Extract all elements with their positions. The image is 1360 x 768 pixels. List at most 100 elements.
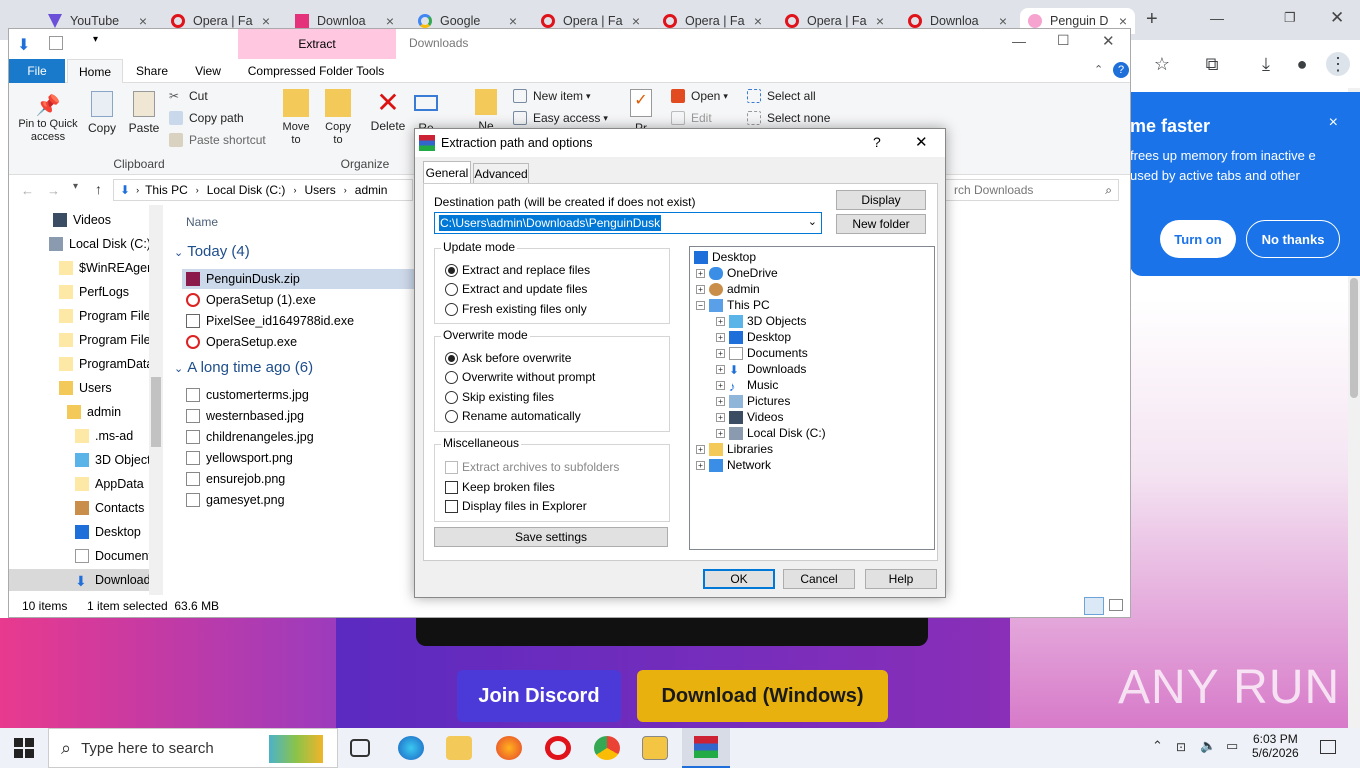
help-icon[interactable]: ? xyxy=(1113,62,1129,78)
edit-button[interactable]: Edit xyxy=(671,111,712,125)
extensions-icon[interactable]: ⧉ xyxy=(1200,52,1224,76)
file-row[interactable]: ensurejob.png xyxy=(186,469,285,489)
tree-node[interactable]: + Desktop xyxy=(716,329,791,345)
close-tab-icon[interactable]: × xyxy=(509,13,517,29)
edge-icon[interactable] xyxy=(398,736,424,760)
copy-button[interactable]: Copy xyxy=(85,91,119,135)
close-tab-icon[interactable]: × xyxy=(876,13,884,29)
chevron-down-icon[interactable]: ▾ xyxy=(93,34,98,45)
nav-item[interactable]: Desktop xyxy=(75,521,141,543)
radio-rename-auto[interactable]: Rename automatically xyxy=(445,409,581,423)
close-tab-icon[interactable]: × xyxy=(386,13,394,29)
nav-item-selected[interactable]: ⬇ Download xyxy=(9,569,151,591)
delete-button[interactable]: ✕ Delete xyxy=(369,87,407,133)
tab-share[interactable]: Share xyxy=(127,59,177,83)
profile-icon[interactable]: ● xyxy=(1290,52,1314,76)
column-header-name[interactable]: Name xyxy=(186,215,218,229)
close-tab-icon[interactable]: × xyxy=(632,13,640,29)
radio-fresh-existing[interactable]: Fresh existing files only xyxy=(445,302,587,316)
network-status-icon[interactable]: ⊡ xyxy=(1176,740,1186,754)
context-tab-extract[interactable]: Extract xyxy=(238,29,396,59)
tree-node[interactable]: + Libraries xyxy=(696,441,773,457)
radio-skip-existing[interactable]: Skip existing files xyxy=(445,390,554,404)
new-item-button[interactable]: New item ▾ xyxy=(513,89,591,103)
media-player-icon[interactable] xyxy=(642,736,668,760)
move-to-button[interactable]: Move to xyxy=(277,89,315,147)
tree-node[interactable]: + ⬇ Downloads xyxy=(716,361,806,377)
tab-file[interactable]: File xyxy=(9,59,65,83)
large-icons-view-icon[interactable] xyxy=(1109,599,1123,611)
nav-scrollbar[interactable] xyxy=(149,205,163,595)
close-icon[interactable]: × xyxy=(1329,114,1338,132)
join-discord-button[interactable]: Join Discord xyxy=(457,670,621,722)
easy-access-button[interactable]: Easy access ▾ xyxy=(513,111,608,125)
checkbox-extract-subfolders[interactable]: Extract archives to subfolders xyxy=(445,460,619,474)
nav-item[interactable]: .ms-ad xyxy=(75,425,133,447)
download-icon[interactable]: ⤓ xyxy=(1254,52,1278,76)
file-row[interactable]: PixelSee_id1649788id.exe xyxy=(186,311,354,331)
help-button[interactable]: Help xyxy=(865,569,937,589)
close-icon[interactable]: ✕ xyxy=(915,133,928,151)
task-view-icon[interactable] xyxy=(350,739,370,757)
copy-to-button[interactable]: Copy to xyxy=(319,89,357,147)
recent-chevron-icon[interactable]: ▾ xyxy=(73,181,78,192)
up-arrow-icon[interactable]: ↑ xyxy=(95,181,102,197)
nav-item[interactable]: PerfLogs xyxy=(59,281,129,303)
select-all-button[interactable]: Select all xyxy=(747,89,816,103)
file-row[interactable]: customerterms.jpg xyxy=(186,385,309,405)
paste-shortcut-button[interactable]: Paste shortcut xyxy=(169,133,266,147)
open-button[interactable]: Open ▾ xyxy=(671,89,728,103)
close-tab-icon[interactable]: × xyxy=(139,13,147,29)
tree-node[interactable]: + ♪ Music xyxy=(716,377,778,394)
battery-icon[interactable]: ▭ xyxy=(1226,738,1238,754)
file-row[interactable]: OperaSetup.exe xyxy=(186,332,297,352)
chevron-down-icon[interactable]: ⌄ xyxy=(808,215,817,228)
breadcrumb-local-disk[interactable]: Local Disk (C:) xyxy=(207,183,286,197)
display-button[interactable]: Display xyxy=(836,190,926,210)
start-windows-icon[interactable] xyxy=(14,738,34,758)
nav-item[interactable]: Document xyxy=(75,545,152,567)
paste-button[interactable]: Paste xyxy=(127,91,161,135)
close-window-icon[interactable]: ✕ xyxy=(1330,8,1344,28)
radio-extract-replace[interactable]: Extract and replace files xyxy=(445,263,590,277)
file-row[interactable]: OperaSetup (1).exe xyxy=(186,290,316,310)
nav-item[interactable]: Local Disk (C:) xyxy=(49,233,151,255)
close-tab-icon[interactable]: × xyxy=(1119,13,1127,29)
tab-advanced[interactable]: Advanced xyxy=(473,163,529,183)
tree-node[interactable]: + admin xyxy=(696,281,760,297)
collapse-ribbon-icon[interactable]: ⌃ xyxy=(1094,63,1103,76)
select-none-button[interactable]: Select none xyxy=(747,111,830,125)
clock[interactable]: 6:03 PM 5/6/2026 xyxy=(1252,732,1299,760)
breadcrumb-admin[interactable]: admin xyxy=(355,183,388,197)
new-folder-icon[interactable] xyxy=(73,36,87,48)
tree-node[interactable]: + Network xyxy=(696,457,771,473)
cut-button[interactable]: ✂ Cut xyxy=(169,89,208,103)
forward-arrow-icon[interactable]: → xyxy=(47,183,60,198)
tree-node[interactable]: + Documents xyxy=(716,345,808,361)
firefox-icon[interactable] xyxy=(496,736,522,760)
group-header-old[interactable]: ⌄ A long time ago (6) xyxy=(174,359,313,376)
nav-item[interactable]: ProgramData xyxy=(59,353,153,375)
radio-overwrite-without[interactable]: Overwrite without prompt xyxy=(445,370,595,384)
nav-item[interactable]: admin xyxy=(67,401,121,423)
search-box[interactable]: rch Downloads ⌕ xyxy=(939,179,1119,201)
opera-icon[interactable] xyxy=(545,736,571,760)
nav-item[interactable]: AppData xyxy=(75,473,144,495)
tab-general[interactable]: General xyxy=(423,161,471,183)
close-tab-icon[interactable]: × xyxy=(262,13,270,29)
file-row[interactable]: yellowsport.png xyxy=(186,448,293,468)
nav-item[interactable]: Users xyxy=(59,377,112,399)
back-arrow-icon[interactable]: ← xyxy=(21,183,34,198)
chrome-icon[interactable] xyxy=(594,736,620,760)
tree-node[interactable]: + Videos xyxy=(716,409,783,425)
breadcrumb-users[interactable]: Users xyxy=(304,183,335,197)
radio-extract-update[interactable]: Extract and update files xyxy=(445,282,587,296)
copy-path-button[interactable]: Copy path xyxy=(169,111,244,125)
file-row-selected[interactable]: PenguinDusk.zip xyxy=(182,269,422,289)
save-settings-button[interactable]: Save settings xyxy=(434,527,668,547)
pin-quick-access-button[interactable]: 📌 Pin to Quick access xyxy=(15,93,81,144)
nav-item[interactable]: Videos xyxy=(53,209,111,231)
maximize-icon[interactable]: ☐ xyxy=(1057,32,1070,49)
tree-node[interactable]: + Local Disk (C:) xyxy=(716,425,826,441)
new-tab-button[interactable]: + xyxy=(1146,8,1158,31)
